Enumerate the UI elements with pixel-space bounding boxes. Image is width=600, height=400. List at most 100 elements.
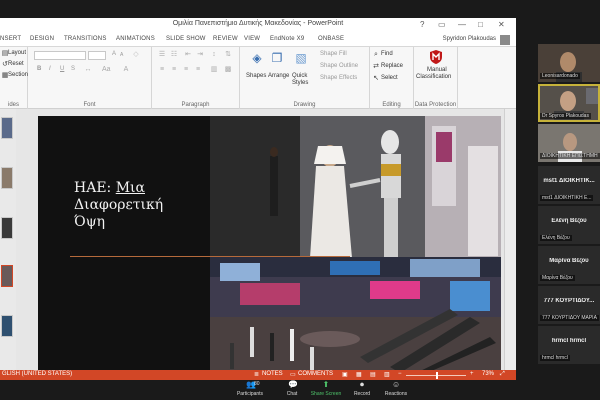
mcafee-shield-icon[interactable] <box>428 49 444 65</box>
tab-transitions[interactable]: TRANSITIONS <box>64 36 107 42</box>
slide-thumbnail[interactable] <box>1 167 13 189</box>
zoom-in-icon[interactable]: + <box>470 371 474 377</box>
participant-name: Μαρίνα Βέζου <box>540 275 575 281</box>
find-button[interactable]: Find <box>381 51 393 57</box>
tab-animations[interactable]: ANIMATIONS <box>116 36 155 42</box>
tab-insert[interactable]: NSERT <box>0 36 21 42</box>
participant-tile[interactable]: ΔΙΟΙΚΗΤΙΚΗ ΕΠΙΣΤΗΜΗ <box>538 124 600 162</box>
char-spacing-icon[interactable]: ↔ <box>84 66 92 74</box>
underline-button[interactable]: U <box>60 66 64 72</box>
line-spacing-icon[interactable]: ↕ <box>210 51 218 59</box>
slide-thumbnail-active[interactable] <box>1 265 13 287</box>
participant-display-name: 777 ΚΟΥΡΤΙΔΟΥ... <box>543 298 595 304</box>
font-family-select[interactable] <box>34 51 86 60</box>
participant-tile[interactable]: mst1 ΔΙΟΙΚΗΤΙΚ... mst1 ΔΙΟΙΚΗΤΙΚΗ Ε... <box>538 166 600 204</box>
arrange-button[interactable]: Arrange <box>268 73 289 79</box>
fit-slide-icon[interactable]: ⤢ <box>500 371 505 378</box>
section-button[interactable]: Section <box>8 72 28 78</box>
columns-icon[interactable]: ▥ <box>210 66 218 74</box>
comments-icon[interactable]: ▭ <box>290 371 296 378</box>
participant-tile[interactable]: Μαρίνα Βέζου Μαρίνα Βέζου <box>538 246 600 284</box>
ribbon-group-data-protection: Manual Classification Data Protection <box>414 47 458 109</box>
slide-vertical-scrollbar[interactable] <box>504 109 516 370</box>
ppt-title-bar: Ομιλία Πανεπιστήμιο Δυτικής Μακεδονίας -… <box>0 18 516 34</box>
slide-sorter-icon[interactable]: ▦ <box>356 371 362 378</box>
numbering-icon[interactable]: ☷ <box>170 51 178 59</box>
strikethrough-button[interactable]: S <box>71 66 75 72</box>
ribbon-group-font: A A ◇ B I U S ↔ Aa A Font <box>28 47 152 109</box>
clear-format-icon[interactable]: ◇ <box>132 51 140 59</box>
font-size-select[interactable] <box>88 51 106 60</box>
user-avatar[interactable] <box>500 35 510 45</box>
shape-effects-button[interactable]: Shape Effects <box>320 75 357 81</box>
slide-title-line2: Διαφορετική <box>74 197 164 213</box>
align-left-icon[interactable]: ≡ <box>158 66 166 74</box>
align-center-icon[interactable]: ≡ <box>170 66 178 74</box>
slide-thumbnail[interactable] <box>1 117 13 139</box>
tab-slide-show[interactable]: SLIDE SHOW <box>166 36 206 42</box>
participant-tile[interactable]: 777 ΚΟΥΡΤΙΔΟΥ... 777 ΚΟΥΡΤΙΔΟΥ ΜΑΡΙΑ <box>538 286 600 324</box>
language-status[interactable]: GLISH (UNITED STATES) <box>2 371 72 377</box>
change-case-icon[interactable]: Aa <box>102 66 111 74</box>
smartart-icon[interactable]: ▩ <box>224 66 232 74</box>
tab-design[interactable]: DESIGN <box>30 36 54 42</box>
participant-display-name: mst1 ΔΙΟΙΚΗΤΙΚ... <box>543 178 595 184</box>
shape-fill-button[interactable]: Shape Fill <box>320 51 347 57</box>
indent-icon[interactable]: ⇤ <box>184 51 192 59</box>
normal-view-icon[interactable]: ▣ <box>342 371 348 378</box>
slide-thumbnail[interactable] <box>1 315 13 337</box>
notes-button[interactable]: NOTES <box>262 371 283 377</box>
tab-onbase[interactable]: ONBASE <box>318 36 344 42</box>
zoom-slider-thumb[interactable] <box>436 372 438 379</box>
manual-classification-line1[interactable]: Manual <box>427 67 447 73</box>
comments-button[interactable]: COMMENTS <box>298 371 333 377</box>
grow-font-button[interactable]: A <box>112 51 116 57</box>
reset-button[interactable]: Reset <box>8 61 24 67</box>
tab-review[interactable]: REVIEW <box>213 36 238 42</box>
minimize-icon[interactable]: — <box>458 20 466 29</box>
quick-styles-icon[interactable]: ▧ <box>294 51 308 65</box>
participants-gallery: Leonisardonado Dr Spyros Plakoudas ΔΙΟΙΚ… <box>538 44 600 364</box>
arrange-icon[interactable]: ❐ <box>270 51 284 65</box>
slideshow-icon[interactable]: ▥ <box>384 371 390 378</box>
reactions-button[interactable]: ☺ Reactions <box>376 381 416 399</box>
zoom-level[interactable]: 73% <box>482 371 494 377</box>
ppt-user-name[interactable]: Spyridon Plakoudas <box>443 36 496 42</box>
align-right-icon[interactable]: ≡ <box>182 66 190 74</box>
shapes-icon[interactable]: ◈ <box>250 51 264 65</box>
slide-title[interactable]: ΗΑΕ: Μια Διαφορετική Όψη <box>74 180 224 231</box>
shapes-button[interactable]: Shapes <box>246 73 266 79</box>
bullets-icon[interactable]: ☰ <box>158 51 166 59</box>
select-button[interactable]: Select <box>381 75 398 81</box>
tab-endnote[interactable]: EndNote X9 <box>270 36 304 42</box>
participant-tile[interactable]: Leonisardonado <box>538 44 600 82</box>
reading-view-icon[interactable]: ▤ <box>370 371 376 378</box>
participant-tile[interactable]: hrmcl hrmcl hrmcl hrmcl <box>538 326 600 364</box>
bold-button[interactable]: B <box>37 66 41 72</box>
italic-button[interactable]: I <box>49 66 51 72</box>
quick-styles-button[interactable]: Quick Styles <box>292 73 314 87</box>
participant-tile[interactable]: Ελένη Βέζου Ελένη Βέζου <box>538 206 600 244</box>
ribbon-display-icon[interactable]: ▭ <box>438 20 446 29</box>
shrink-font-button[interactable]: A <box>120 52 123 58</box>
outdent-icon[interactable]: ⇥ <box>196 51 204 59</box>
manual-classification-line2[interactable]: Classification <box>416 74 451 80</box>
current-slide[interactable]: ΗΑΕ: Μια Διαφορετική Όψη <box>38 116 501 376</box>
justify-icon[interactable]: ≡ <box>194 66 202 74</box>
share-screen-button[interactable]: ⬆ Share Screen <box>306 381 346 399</box>
participant-tile-active-speaker[interactable]: Dr Spyros Plakoudas <box>538 84 600 122</box>
replace-button[interactable]: Replace <box>381 63 403 69</box>
notes-icon[interactable]: ≣ <box>254 371 259 378</box>
participant-name: Leonisardonado <box>540 73 580 79</box>
text-direction-icon[interactable]: ⇅ <box>224 51 232 59</box>
slide-thumbnail[interactable] <box>1 217 13 239</box>
close-icon[interactable]: ✕ <box>498 20 505 29</box>
shape-outline-button[interactable]: Shape Outline <box>320 63 358 69</box>
participants-button[interactable]: 👥 80 Participants <box>230 381 270 399</box>
zoom-out-icon[interactable]: − <box>398 371 402 377</box>
layout-button[interactable]: Layout <box>8 50 26 56</box>
font-color-icon[interactable]: A <box>122 66 130 74</box>
tab-view[interactable]: VIEW <box>244 36 260 42</box>
maximize-icon[interactable]: □ <box>478 20 483 29</box>
help-icon[interactable]: ? <box>420 20 424 29</box>
